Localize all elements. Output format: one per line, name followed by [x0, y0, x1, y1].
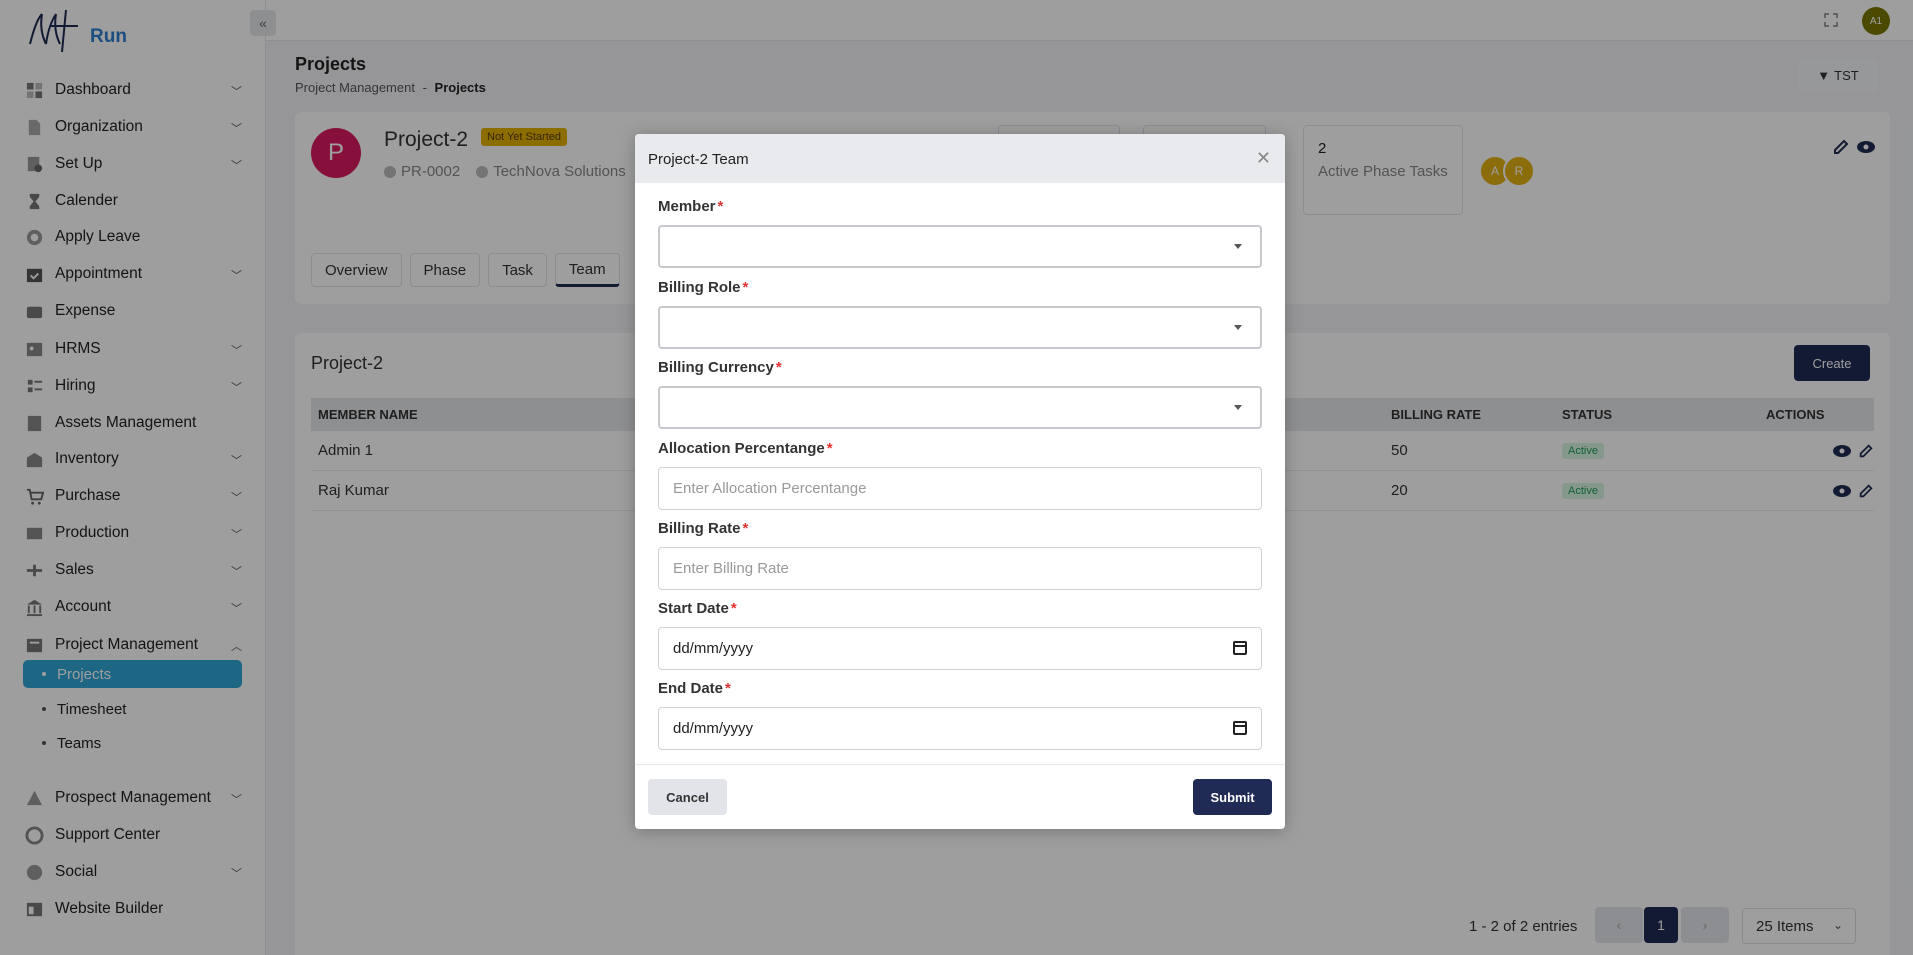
billing-currency-label: Billing Currency * [658, 359, 782, 376]
close-icon[interactable]: ✕ [1256, 148, 1271, 169]
start-date-input[interactable]: dd/mm/yyyy [658, 627, 1262, 670]
cancel-button[interactable]: Cancel [648, 779, 727, 815]
billing-rate-input[interactable]: Enter Billing Rate [658, 547, 1262, 590]
caret-down-icon [1234, 244, 1242, 249]
billing-role-label: Billing Role * [658, 279, 749, 296]
billing-currency-select[interactable] [658, 386, 1262, 429]
modal-header: Project-2 Team ✕ [635, 134, 1285, 183]
member-label: Member * [658, 198, 724, 215]
team-member-modal: Project-2 Team ✕ Member * Billing Role * B… [635, 134, 1285, 829]
billing-role-select[interactable] [658, 306, 1262, 349]
end-date-value: dd/mm/yyyy [673, 720, 754, 737]
end-date-input[interactable]: dd/mm/yyyy [658, 707, 1262, 750]
submit-button[interactable]: Submit [1193, 779, 1272, 815]
calendar-icon[interactable] [1233, 721, 1247, 735]
start-date-label: Start Date * [658, 600, 737, 617]
modal-title: Project-2 Team [648, 151, 749, 168]
modal-footer: Cancel Submit [635, 764, 1285, 829]
member-select[interactable] [658, 225, 1262, 268]
allocation-label: Allocation Percentange * [658, 440, 833, 457]
caret-down-icon [1234, 325, 1242, 330]
billing-rate-label: Billing Rate * [658, 520, 749, 537]
start-date-value: dd/mm/yyyy [673, 640, 754, 657]
caret-down-icon [1234, 405, 1242, 410]
allocation-percentage-input[interactable]: Enter Allocation Percentange [658, 467, 1262, 510]
calendar-icon[interactable] [1233, 641, 1247, 655]
end-date-label: End Date * [658, 680, 731, 697]
